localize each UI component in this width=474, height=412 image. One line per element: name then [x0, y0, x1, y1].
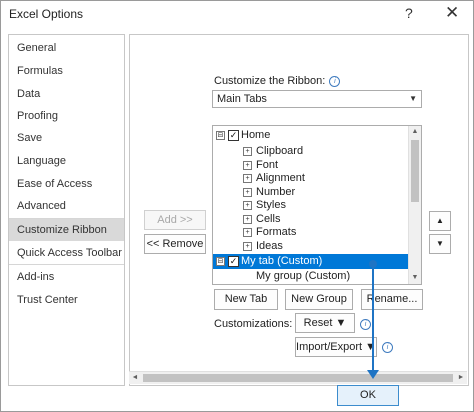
title-bar: Excel Options ? ✕: [1, 1, 473, 27]
new-group-button[interactable]: New Group: [285, 289, 353, 310]
expand-icon[interactable]: +: [243, 147, 252, 156]
sidebar-item-data[interactable]: Data: [9, 83, 124, 105]
info-icon: i: [382, 342, 393, 353]
ok-button[interactable]: OK: [337, 385, 399, 406]
expand-icon[interactable]: +: [243, 242, 252, 251]
tree-node-label: Clipboard: [256, 145, 304, 157]
tree-node-label: Formats: [256, 226, 297, 238]
annotation-arrow-head: [367, 370, 379, 379]
customize-ribbon-panel: Customize the Ribbon: i Main Tabs ▼ ⊟ ✓ …: [129, 34, 469, 386]
expand-icon[interactable]: +: [243, 201, 252, 210]
sidebar-item-general[interactable]: General: [9, 37, 124, 59]
help-button[interactable]: ?: [405, 5, 413, 21]
checkbox-icon[interactable]: ✓: [228, 256, 239, 267]
tree-node-label: Alignment: [256, 172, 305, 184]
sidebar-item-add-ins[interactable]: Add-ins: [9, 266, 124, 288]
new-tab-button[interactable]: New Tab: [214, 289, 278, 310]
tree-node-home[interactable]: ⊟ ✓ Home: [213, 129, 409, 142]
sidebar-item-proofing[interactable]: Proofing: [9, 105, 124, 127]
sidebar-item-quick-access-toolbar[interactable]: Quick Access Toolbar: [9, 242, 124, 264]
dialog-title: Excel Options: [9, 7, 84, 21]
scroll-right-icon[interactable]: ►: [455, 372, 467, 384]
collapse-icon[interactable]: ⊟: [216, 257, 225, 266]
tree-node-label: My group (Custom): [256, 270, 351, 282]
tree-node-label: Ideas: [256, 240, 283, 252]
expand-icon[interactable]: +: [243, 161, 252, 170]
scroll-down-icon[interactable]: ▼: [409, 272, 421, 284]
tree-node-label: Styles: [256, 199, 286, 211]
move-up-button[interactable]: ▲: [429, 211, 451, 231]
horizontal-scrollbar[interactable]: ◄ ►: [129, 371, 467, 384]
customize-ribbon-label-text: Customize the Ribbon:: [214, 75, 326, 87]
collapse-icon[interactable]: ⊟: [216, 131, 225, 140]
close-button[interactable]: ✕: [445, 3, 459, 23]
add-button[interactable]: Add >>: [144, 210, 206, 230]
sidebar-divider: [9, 264, 124, 265]
sidebar-item-advanced[interactable]: Advanced: [9, 195, 124, 217]
expand-icon[interactable]: +: [243, 215, 252, 224]
scrollbar-thumb[interactable]: [411, 140, 419, 202]
ribbon-tabs-dropdown-value: Main Tabs: [217, 93, 267, 105]
tree-node-label: Home: [241, 129, 271, 141]
rename-button[interactable]: Rename...: [361, 289, 423, 310]
options-sidebar: General Formulas Data Proofing Save Lang…: [8, 34, 125, 386]
tree-node-label: My tab (Custom): [241, 255, 323, 267]
chevron-down-icon: ▼: [409, 94, 417, 103]
scroll-left-icon[interactable]: ◄: [129, 372, 141, 384]
tree-node-label: Cells: [256, 213, 281, 225]
sidebar-item-language[interactable]: Language: [9, 150, 124, 172]
info-icon: i: [329, 76, 341, 87]
excel-options-dialog: Excel Options ? ✕ General Formulas Data …: [0, 0, 474, 412]
info-icon: i: [360, 319, 371, 330]
ribbon-tabs-dropdown[interactable]: Main Tabs ▼: [212, 90, 422, 108]
remove-button[interactable]: << Remove: [144, 234, 206, 254]
tree-node-label: Number: [256, 186, 296, 198]
sidebar-item-customize-ribbon[interactable]: Customize Ribbon: [9, 219, 124, 241]
scroll-up-icon[interactable]: ▲: [409, 126, 421, 138]
tree-node-label: Font: [256, 159, 279, 171]
ribbon-tree[interactable]: ⊟ ✓ Home + Clipboard + Font + Alignment …: [212, 125, 422, 285]
expand-icon[interactable]: +: [243, 174, 252, 183]
customizations-label: Customizations:: [214, 318, 293, 330]
sidebar-item-ease-of-access[interactable]: Ease of Access: [9, 173, 124, 195]
move-down-button[interactable]: ▼: [429, 234, 451, 254]
checkbox-icon[interactable]: ✓: [228, 130, 239, 141]
tree-vertical-scrollbar[interactable]: ▲ ▼: [408, 126, 421, 284]
annotation-arrow: [372, 264, 374, 372]
sidebar-item-save[interactable]: Save: [9, 127, 124, 149]
expand-icon[interactable]: +: [243, 228, 252, 237]
sidebar-item-trust-center[interactable]: Trust Center: [9, 289, 124, 311]
expand-icon[interactable]: +: [243, 188, 252, 197]
tree-node-my-tab[interactable]: ⊟ ✓ My tab (Custom): [213, 254, 409, 269]
customize-ribbon-label: Customize the Ribbon: i: [214, 75, 341, 87]
sidebar-item-formulas[interactable]: Formulas: [9, 60, 124, 82]
import-export-dropdown-button[interactable]: Import/Export ▼: [295, 337, 377, 357]
reset-dropdown-button[interactable]: Reset ▼: [295, 313, 355, 333]
scrollbar-thumb[interactable]: [143, 374, 453, 382]
